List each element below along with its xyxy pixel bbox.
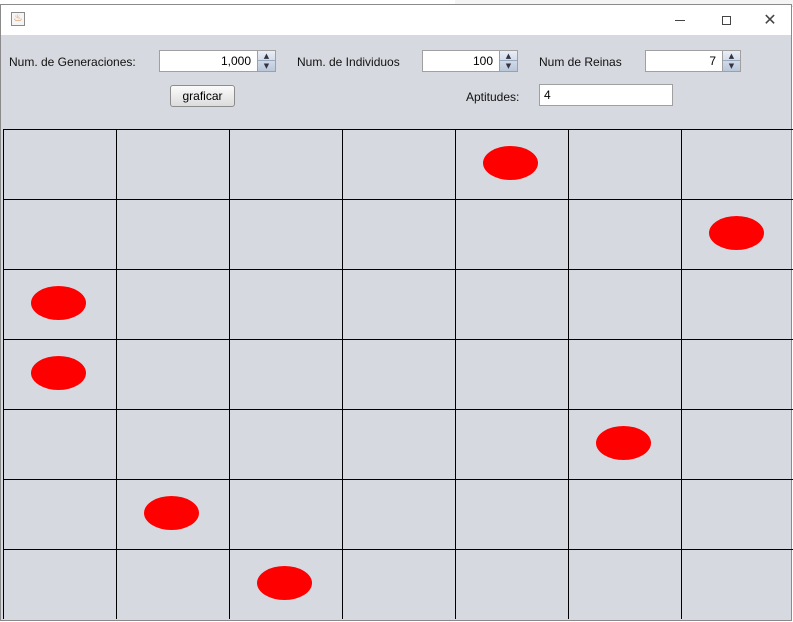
board-cell [568,269,681,339]
minimize-button[interactable] [657,5,703,35]
board-cell [568,199,681,269]
board-cell [3,129,116,199]
maximize-button[interactable] [703,5,749,35]
generations-stepper[interactable]: ▲ ▼ [257,51,275,71]
board-cell [681,479,793,549]
board-cell [3,479,116,549]
board-cell [229,269,342,339]
board-cell [455,269,568,339]
title-bar: ♨ ✕ [1,5,791,35]
board-cell [116,199,229,269]
board-cell [342,339,455,409]
board-cell [681,409,793,479]
increment-icon[interactable]: ▲ [258,51,275,61]
queen-marker [257,566,312,600]
board-cell [568,549,681,619]
app-window: ♨ ✕ Num. de Generaciones: 1,000 ▲ ▼ Num.… [0,4,793,622]
board-cell [116,339,229,409]
queens-label: Num de Reinas [539,55,622,69]
generations-value[interactable]: 1,000 [160,51,257,71]
board-cell [3,199,116,269]
board-cell [342,269,455,339]
board-cell [568,479,681,549]
board-cell [681,339,793,409]
board-cell [229,199,342,269]
minimize-icon [675,19,685,21]
queens-value[interactable]: 7 [646,51,722,71]
board-cell [455,409,568,479]
board-cell [568,339,681,409]
board-cell [681,269,793,339]
board-cell [342,479,455,549]
individuals-value[interactable]: 100 [423,51,499,71]
queen-marker [483,146,538,180]
fitness-field[interactable]: 4 [539,84,673,106]
fitness-label: Aptitudes: [466,90,520,104]
board-cell [229,339,342,409]
queen-marker [31,286,86,320]
board-cell [681,549,793,619]
queen-marker [144,496,199,530]
board-cell [342,549,455,619]
queen-marker [709,216,764,250]
board-cell [229,479,342,549]
board-cell [116,409,229,479]
individuals-spinner[interactable]: 100 ▲ ▼ [422,50,518,72]
close-button[interactable]: ✕ [747,5,793,35]
board-cell [229,129,342,199]
board-cell [229,409,342,479]
board-cell [455,199,568,269]
individuals-label: Num. de Individuos [297,55,400,69]
maximize-icon [721,15,731,25]
decrement-icon[interactable]: ▼ [723,61,740,71]
board-cell [342,409,455,479]
board-cell [116,129,229,199]
java-icon: ♨ [11,12,25,26]
queens-stepper[interactable]: ▲ ▼ [722,51,740,71]
board-cell [568,129,681,199]
queens-spinner[interactable]: 7 ▲ ▼ [645,50,741,72]
board-cell [116,549,229,619]
board-cell [3,409,116,479]
increment-icon[interactable]: ▲ [723,51,740,61]
board-cell [681,129,793,199]
board-cell [3,549,116,619]
board-cell [342,199,455,269]
graph-button[interactable]: graficar [170,85,235,107]
board-cell [342,129,455,199]
close-icon: ✕ [763,10,777,29]
generations-label: Num. de Generaciones: [9,55,136,69]
queen-marker [31,356,86,390]
increment-icon[interactable]: ▲ [500,51,517,61]
board-cell [455,549,568,619]
generations-spinner[interactable]: 1,000 ▲ ▼ [159,50,276,72]
board-cell [455,479,568,549]
individuals-stepper[interactable]: ▲ ▼ [499,51,517,71]
decrement-icon[interactable]: ▼ [500,61,517,71]
queen-marker [596,426,651,460]
decrement-icon[interactable]: ▼ [258,61,275,71]
board-cell [116,269,229,339]
board-cell [455,339,568,409]
chess-board [3,129,793,622]
